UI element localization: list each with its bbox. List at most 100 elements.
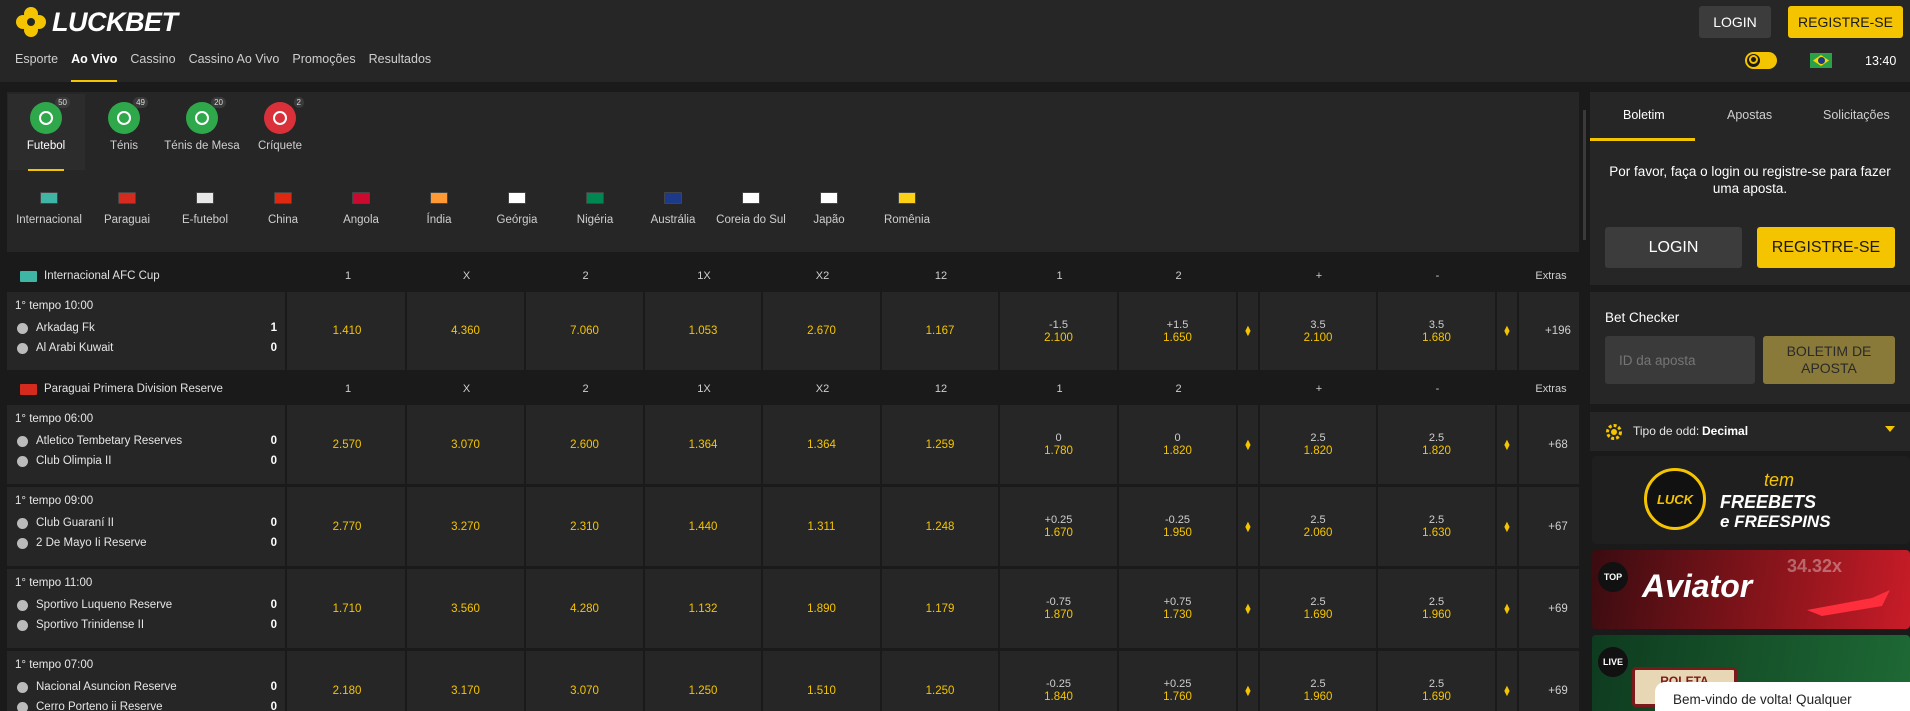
handicap-cell[interactable]: -0.25 1.840 — [1000, 651, 1119, 711]
odd-cell[interactable]: 2.770 — [289, 487, 407, 566]
sport-item[interactable]: 2 Críquete — [241, 97, 319, 153]
line-toggle[interactable]: ▲ ▼ — [1238, 405, 1260, 484]
match-info[interactable]: 1° tempo 09:00 Club Guaraní II 2 De Mayo I… — [7, 487, 287, 566]
freebets-banner[interactable]: LUCK tem FREEBETS e FREESPINS — [1592, 456, 1910, 544]
nav-resultados[interactable]: Resultados — [369, 52, 432, 82]
handicap-cell[interactable]: 0 1.820 — [1119, 405, 1238, 484]
country-item[interactable]: China — [245, 192, 321, 226]
nav-cassino-ao-vivo[interactable]: Cassino Ao Vivo — [189, 52, 280, 82]
odd-cell[interactable]: 3.560 — [407, 569, 526, 648]
odd-cell[interactable]: 3.070 — [526, 651, 645, 711]
brand-logo[interactable]: LUCKBET — [14, 5, 178, 39]
total-cell[interactable]: 2.5 1.690 — [1260, 569, 1378, 648]
line-toggle[interactable]: ▲ ▼ — [1497, 487, 1519, 566]
odd-cell[interactable]: 4.280 — [526, 569, 645, 648]
extras-count[interactable]: +68 — [1537, 405, 1579, 484]
handicap-cell[interactable]: -0.75 1.870 — [1000, 569, 1119, 648]
handicap-cell[interactable]: +1.5 1.650 — [1119, 292, 1238, 370]
betslip-register-button[interactable]: REGISTRE-SE — [1757, 227, 1895, 268]
sport-item[interactable]: 20 Ténis de Mesa — [163, 97, 241, 153]
register-button[interactable]: REGISTRE-SE — [1788, 6, 1903, 38]
extras-count[interactable]: +69 — [1537, 569, 1579, 648]
handicap-cell[interactable]: +0.25 1.670 — [1000, 487, 1119, 566]
country-item[interactable]: Nigéria — [557, 192, 633, 226]
total-cell[interactable]: 2.5 1.630 — [1378, 487, 1497, 566]
handicap-cell[interactable]: 0 1.780 — [1000, 405, 1119, 484]
line-toggle[interactable]: ▲ ▼ — [1238, 487, 1260, 566]
nav-cassino[interactable]: Cassino — [130, 52, 175, 82]
line-toggle[interactable]: ▲ ▼ — [1238, 651, 1260, 711]
tab-apostas[interactable]: Apostas — [1727, 108, 1772, 122]
country-item[interactable]: Coreia do Sul — [713, 192, 789, 226]
odd-cell[interactable]: 1.410 — [289, 292, 407, 370]
extras-count[interactable]: +69 — [1537, 651, 1579, 711]
total-cell[interactable]: 2.5 1.690 — [1378, 651, 1497, 711]
extras-count[interactable]: +196 — [1537, 292, 1579, 370]
country-item[interactable]: E-futebol — [167, 192, 243, 226]
odd-cell[interactable]: 7.060 — [526, 292, 645, 370]
total-cell[interactable]: 3.5 1.680 — [1378, 292, 1497, 370]
total-cell[interactable]: 2.5 1.820 — [1260, 405, 1378, 484]
tab-solicitacoes[interactable]: Solicitações — [1823, 108, 1890, 122]
odd-cell[interactable]: 3.270 — [407, 487, 526, 566]
handicap-cell[interactable]: -1.5 2.100 — [1000, 292, 1119, 370]
tab-boletim[interactable]: Boletim — [1623, 108, 1665, 122]
country-item[interactable]: Romênia — [869, 192, 945, 226]
odd-cell[interactable]: 1.890 — [763, 569, 882, 648]
bet-id-input[interactable] — [1605, 336, 1755, 384]
betslip-login-button[interactable]: LOGIN — [1605, 227, 1742, 268]
chat-popup[interactable]: Bem-vindo de volta! Qualquer — [1655, 682, 1910, 711]
odd-cell[interactable]: 2.570 — [289, 405, 407, 484]
country-item[interactable]: Paraguai — [89, 192, 165, 226]
odd-cell[interactable]: 1.053 — [645, 292, 763, 370]
country-item[interactable]: Geórgia — [479, 192, 555, 226]
odd-cell[interactable]: 1.510 — [763, 651, 882, 711]
aviator-banner[interactable]: TOP Aviator 34.32x — [1592, 550, 1910, 629]
nav-promocoes[interactable]: Promoções — [292, 52, 355, 82]
handicap-cell[interactable]: +0.75 1.730 — [1119, 569, 1238, 648]
match-info[interactable]: 1° tempo 10:00 Arkadag Fk Al Arabi Kuwait 1… — [7, 292, 287, 370]
login-button[interactable]: LOGIN — [1699, 6, 1771, 38]
match-info[interactable]: 1° tempo 06:00 Atletico Tembetary Reserve… — [7, 405, 287, 484]
odd-cell[interactable]: 3.070 — [407, 405, 526, 484]
extras-count[interactable]: +67 — [1537, 487, 1579, 566]
handicap-cell[interactable]: -0.25 1.950 — [1119, 487, 1238, 566]
total-cell[interactable]: 3.5 2.100 — [1260, 292, 1378, 370]
total-cell[interactable]: 2.5 1.960 — [1378, 569, 1497, 648]
total-cell[interactable]: 2.5 2.060 — [1260, 487, 1378, 566]
odd-cell[interactable]: 3.170 — [407, 651, 526, 711]
total-cell[interactable]: 2.5 1.960 — [1260, 651, 1378, 711]
odd-cell[interactable]: 1.248 — [882, 487, 1000, 566]
brazil-flag-icon[interactable] — [1810, 53, 1832, 68]
line-toggle[interactable]: ▲ ▼ — [1497, 292, 1519, 370]
odd-cell[interactable]: 1.259 — [882, 405, 1000, 484]
odd-cell[interactable]: 1.364 — [645, 405, 763, 484]
odd-cell[interactable]: 1.364 — [763, 405, 882, 484]
odd-cell[interactable]: 1.132 — [645, 569, 763, 648]
line-toggle[interactable]: ▲ ▼ — [1497, 569, 1519, 648]
handicap-cell[interactable]: +0.25 1.760 — [1119, 651, 1238, 711]
line-toggle[interactable]: ▲ ▼ — [1238, 292, 1260, 370]
country-item[interactable]: Japão — [791, 192, 867, 226]
odd-cell[interactable]: 1.250 — [645, 651, 763, 711]
odd-cell[interactable]: 2.600 — [526, 405, 645, 484]
line-toggle[interactable]: ▲ ▼ — [1238, 569, 1260, 648]
odd-cell[interactable]: 1.250 — [882, 651, 1000, 711]
odd-cell[interactable]: 2.670 — [763, 292, 882, 370]
sport-item[interactable]: 49 Ténis — [85, 97, 163, 153]
odd-cell[interactable]: 4.360 — [407, 292, 526, 370]
country-item[interactable]: Angola — [323, 192, 399, 226]
match-info[interactable]: 1° tempo 11:00 Sportivo Luqueno Reserve Sp… — [7, 569, 287, 648]
odd-cell[interactable]: 2.180 — [289, 651, 407, 711]
line-toggle[interactable]: ▲ ▼ — [1497, 405, 1519, 484]
odd-cell[interactable]: 1.440 — [645, 487, 763, 566]
odd-cell[interactable]: 1.710 — [289, 569, 407, 648]
odd-cell[interactable]: 1.311 — [763, 487, 882, 566]
theme-toggle[interactable] — [1745, 52, 1777, 69]
total-cell[interactable]: 2.5 1.820 — [1378, 405, 1497, 484]
line-toggle[interactable]: ▲ ▼ — [1497, 651, 1519, 711]
check-bet-button[interactable]: BOLETIM DE APOSTA — [1763, 336, 1895, 384]
odd-type-selector[interactable]: Tipo de odd: Decimal — [1590, 412, 1910, 451]
odd-cell[interactable]: 2.310 — [526, 487, 645, 566]
nav-ao-vivo[interactable]: Ao Vivo — [71, 52, 118, 82]
